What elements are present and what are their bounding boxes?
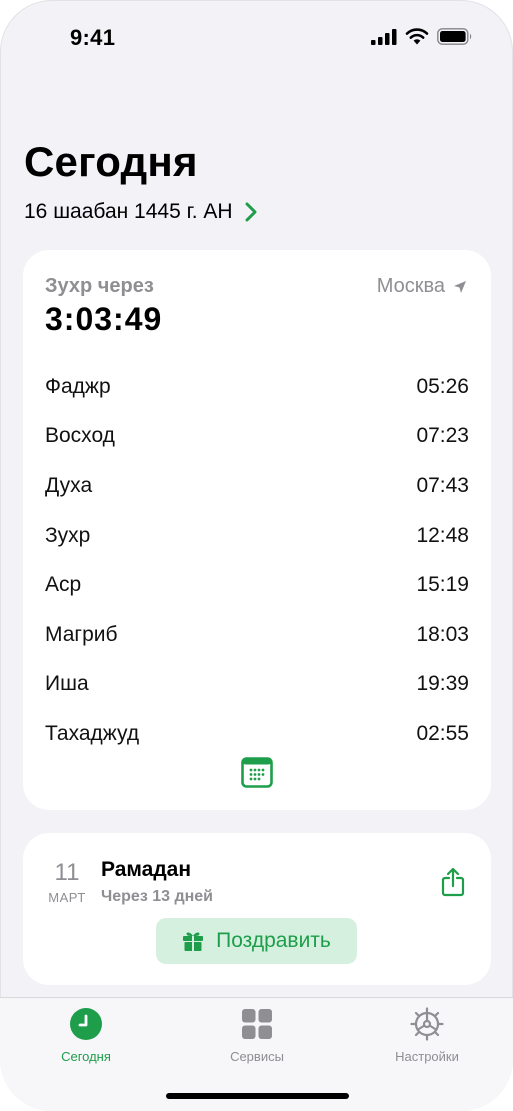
prayer-time: 02:55 xyxy=(416,721,469,745)
prayer-times-card: Зухр через 3:03:49 Москва Фаджр 05:26 Вос… xyxy=(23,250,491,810)
status-time: 9:41 xyxy=(70,25,116,50)
location-arrow-icon xyxy=(454,280,466,293)
prayer-name: Зухр xyxy=(45,523,91,547)
prayer-name: Восход xyxy=(45,424,115,448)
prayer-time: 15:19 xyxy=(416,573,469,597)
page-title: Сегодня xyxy=(24,138,198,185)
prayer-name: Духа xyxy=(45,473,93,497)
holiday-card: 11 МАРТ Рамадан Через 13 дней Поздравить xyxy=(23,833,491,985)
gift-icon xyxy=(183,932,204,951)
tab-label: Сегодня xyxy=(61,1049,111,1064)
phone-screen: 9:41 Сегодня 16 шаабан 1445 г. АН Зухр ч… xyxy=(0,0,513,1111)
home-indicator[interactable] xyxy=(166,1093,349,1099)
holiday-name: Рамадан xyxy=(101,858,192,881)
prayer-row: Духа 07:43 xyxy=(45,461,469,511)
prayer-name: Аср xyxy=(45,573,82,597)
prayer-name: Тахаджуд xyxy=(45,721,140,745)
prayer-row: Фаджр 05:26 xyxy=(45,362,469,412)
prayer-time: 12:48 xyxy=(416,523,469,547)
holiday-day: 11 xyxy=(54,859,80,886)
prayer-row: Магриб 18:03 xyxy=(45,610,469,660)
hijri-date: 16 шаабан 1445 г. АН xyxy=(24,200,233,223)
next-prayer-label: Зухр через xyxy=(45,275,154,297)
tab-label: Настройки xyxy=(395,1049,459,1064)
prayer-name: Фаджр xyxy=(45,374,111,398)
prayer-time: 07:23 xyxy=(416,424,469,448)
prayer-name: Магриб xyxy=(45,622,118,646)
prayer-row: Восход 07:23 xyxy=(45,412,469,462)
tab-today[interactable]: Сегодня xyxy=(16,1008,156,1064)
tab-label: Сервисы xyxy=(230,1049,284,1064)
tab-services[interactable]: Сервисы xyxy=(187,1008,327,1064)
grid-icon xyxy=(242,1009,272,1039)
city-name: Москва xyxy=(376,275,445,297)
gear-icon xyxy=(410,1007,444,1041)
prayer-time: 18:03 xyxy=(416,622,469,646)
prayer-time: 07:43 xyxy=(416,473,469,497)
hijri-date-link[interactable]: 16 шаабан 1445 г. АН xyxy=(24,200,257,224)
prayer-time: 19:39 xyxy=(416,672,469,696)
clock-icon xyxy=(70,1008,102,1040)
tab-settings[interactable]: Настройки xyxy=(357,1007,497,1064)
prayer-list: Фаджр 05:26 Восход 07:23 Духа 07:43 Зухр 12:… xyxy=(45,362,469,759)
location-button[interactable]: Москва xyxy=(377,275,467,298)
congratulate-button[interactable]: Поздравить xyxy=(156,918,357,964)
holiday-month: МАРТ xyxy=(48,890,86,905)
prayer-row: Аср 15:19 xyxy=(45,560,469,610)
prayer-row: Иша 19:39 xyxy=(45,660,469,710)
prayer-row: Тахаджуд 02:55 xyxy=(45,709,469,759)
countdown-timer: 3:03:49 xyxy=(45,301,163,337)
prayer-row: Зухр 12:48 xyxy=(45,511,469,561)
prayer-name: Иша xyxy=(45,672,89,696)
prayer-time: 05:26 xyxy=(416,374,469,398)
share-icon[interactable] xyxy=(441,867,465,897)
holiday-countdown: Через 13 дней xyxy=(101,888,214,905)
battery-icon xyxy=(437,28,472,45)
signal-icon xyxy=(371,28,397,45)
wifi-icon xyxy=(405,28,429,45)
chevron-right-icon xyxy=(245,202,257,222)
status-icons xyxy=(371,28,473,45)
congratulate-label: Поздравить xyxy=(216,929,331,952)
calendar-icon[interactable] xyxy=(241,756,273,788)
